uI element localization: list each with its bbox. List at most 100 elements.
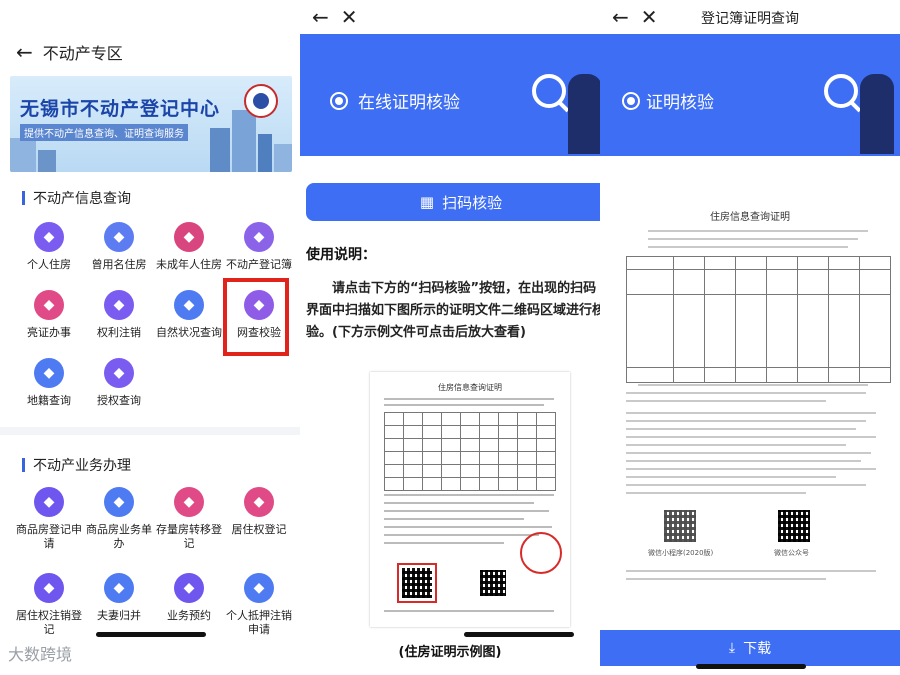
grid-item[interactable]: ◆ 业务预约 <box>154 573 224 623</box>
hero-title: 在线证明核验 <box>358 93 460 113</box>
red-seal <box>520 532 562 574</box>
qr1-caption: 微信小程序(2020版) <box>648 549 714 557</box>
grid-item[interactable]: ◆ 授权查询 <box>84 358 154 408</box>
home-cancel-icon: ◆ <box>34 573 64 603</box>
sample-caption: (住房证明示例图) <box>398 645 502 660</box>
certificate-document[interactable]: 住房信息查询证明 微信小程序(2020版) 微信公众号 <box>608 178 892 618</box>
radio-selected-icon <box>330 92 348 110</box>
doc-qr-code-1 <box>664 510 696 542</box>
scan-button-label: 扫码核验 <box>442 193 503 212</box>
grid-item-label: 存量房转移登记 <box>156 523 222 550</box>
calendar-icon: ◆ <box>174 573 204 603</box>
businessman-illustration <box>568 74 600 154</box>
book-icon: ◆ <box>244 222 274 252</box>
certificate-icon: ◆ <box>34 290 64 320</box>
instructions-text: 请点击下方的“扫码核验”按钮，在出现的扫码界面中扫描如下图所示的证明文件二维码区… <box>306 281 600 340</box>
grid-item-label: 不动产登记簿 <box>226 258 292 271</box>
globe-icon: ◆ <box>174 290 204 320</box>
authorize-icon: ◆ <box>104 358 134 388</box>
hero-banner: 证明核验 <box>600 34 900 156</box>
house-doc-icon: ◆ <box>34 487 64 517</box>
grid-item[interactable]: ◆ 个人抵押注销申请 <box>224 573 294 637</box>
online-verification-screen: ← ✕ 在线证明核验 ▦ 扫码核验 使用说明： 请点击下方的“扫码核验”按钮，在… <box>300 0 600 675</box>
sample-table <box>384 412 556 491</box>
home-indicator <box>96 632 206 637</box>
mortgage-icon: ◆ <box>244 573 274 603</box>
sample-document-image[interactable]: 住房信息查询证明 <box>370 372 570 627</box>
watermark: 大数跨境 <box>8 645 73 664</box>
grid-item-label: 个人住房 <box>27 258 71 271</box>
section-marker <box>22 191 25 205</box>
page-title: 登记簿证明查询 <box>701 11 799 27</box>
grid-item-label: 亮证办事 <box>27 326 71 339</box>
back-arrow-icon[interactable]: ← <box>16 42 33 62</box>
magnifier-icon <box>532 74 566 108</box>
page-title: 不动产专区 <box>42 44 123 63</box>
grid-item[interactable]: ◆ 存量房转移登记 <box>154 487 224 551</box>
download-icon: ⤓ <box>728 640 736 656</box>
qr2-caption: 微信公众号 <box>774 549 809 557</box>
grid-item-label: 居住权注销登记 <box>16 609 82 636</box>
grid-item[interactable]: ◆ 商品房业务单办 <box>84 487 154 551</box>
grid-item[interactable]: ◆ 曾用名住房 <box>84 222 154 272</box>
sample-qr-code-2 <box>480 570 506 596</box>
section-info-query: 不动产信息查询 <box>22 188 131 208</box>
grid-item-label: 商品房登记申请 <box>16 523 82 550</box>
grid-item[interactable]: ◆ 个人住房 <box>14 222 84 272</box>
scan-verify-button[interactable]: ▦ 扫码核验 <box>306 183 600 221</box>
doc-title: 住房信息查询证明 <box>710 212 790 223</box>
sample-doc-title: 住房信息查询证明 <box>438 383 502 392</box>
sample-qr-code <box>397 563 437 603</box>
back-arrow-icon[interactable]: ← <box>312 5 329 29</box>
banner-subtitle: 提供不动产信息查询、证明查询服务 <box>20 124 188 141</box>
section-divider <box>0 427 300 435</box>
transfer-house-icon: ◆ <box>174 487 204 517</box>
instructions-title: 使用说明： <box>306 247 376 263</box>
grid-item-label: 夫妻归并 <box>97 609 141 622</box>
section-business: 不动产业务办理 <box>22 455 131 475</box>
grid-item-label: 曾用名住房 <box>91 258 147 271</box>
logout-icon: ◆ <box>104 290 134 320</box>
nav-bar: ← 不动产专区 <box>16 40 123 64</box>
grid-item-label: 业务预约 <box>167 609 211 622</box>
grid-item[interactable]: ◆ 自然状况查询 <box>154 290 224 340</box>
top-bar: ← ✕ <box>300 0 600 34</box>
grid-item[interactable]: ◆ 居住权注销登记 <box>14 573 84 637</box>
section-title: 不动产信息查询 <box>33 191 131 207</box>
section-marker <box>22 458 25 472</box>
real-estate-zone-screen: ← 不动产专区 无锡市不动产登记中心 提供不动产信息查询、证明查询服务 不动产信… <box>0 0 300 675</box>
grid-item[interactable]: ◆ 亮证办事 <box>14 290 84 340</box>
grid-item[interactable]: ◆ 不动产登记簿 <box>224 222 294 272</box>
grid-item-label: 权利注销 <box>97 326 141 339</box>
child-icon: ◆ <box>174 222 204 252</box>
id-card-icon: ◆ <box>104 222 134 252</box>
hero-banner: 在线证明核验 <box>300 34 600 156</box>
banner-title: 无锡市不动产登记中心 <box>20 98 221 120</box>
grid-item[interactable]: ◆ 权利注销 <box>84 290 154 340</box>
home-indicator <box>696 664 806 669</box>
close-icon[interactable]: ✕ <box>341 5 358 29</box>
grid-item[interactable]: ◆ 居住权登记 <box>224 487 294 537</box>
qr-scan-icon: ▦ <box>419 193 435 211</box>
grid-item[interactable]: ◆ 地籍查询 <box>14 358 84 408</box>
grid-item-label: 居住权登记 <box>231 523 287 536</box>
grid-item[interactable]: ◆ 商品房登记申请 <box>14 487 84 551</box>
banner[interactable]: 无锡市不动产登记中心 提供不动产信息查询、证明查询服务 <box>10 76 292 172</box>
section-title: 不动产业务办理 <box>33 458 131 474</box>
doc-qr-code-2 <box>778 510 810 542</box>
doc-table <box>626 256 891 383</box>
businessman-illustration <box>860 74 894 154</box>
grid-item-label: 地籍查询 <box>27 394 71 407</box>
magnifier-icon <box>824 74 858 108</box>
home-indicator <box>464 632 574 637</box>
grid-item-label: 个人抵押注销申请 <box>226 609 292 636</box>
grid-item[interactable]: ◆ 夫妻归并 <box>84 573 154 623</box>
grid-item[interactable]: ◆ 未成年人住房 <box>154 222 224 272</box>
highlight-box <box>223 278 289 356</box>
grid-doc-icon: ◆ <box>34 358 64 388</box>
download-button[interactable]: ⤓ 下载 <box>600 630 900 666</box>
grid-item-label: 未成年人住房 <box>156 258 222 271</box>
download-label: 下载 <box>743 641 772 657</box>
grid-item-label: 自然状况查询 <box>156 326 222 339</box>
person-house-icon: ◆ <box>34 222 64 252</box>
